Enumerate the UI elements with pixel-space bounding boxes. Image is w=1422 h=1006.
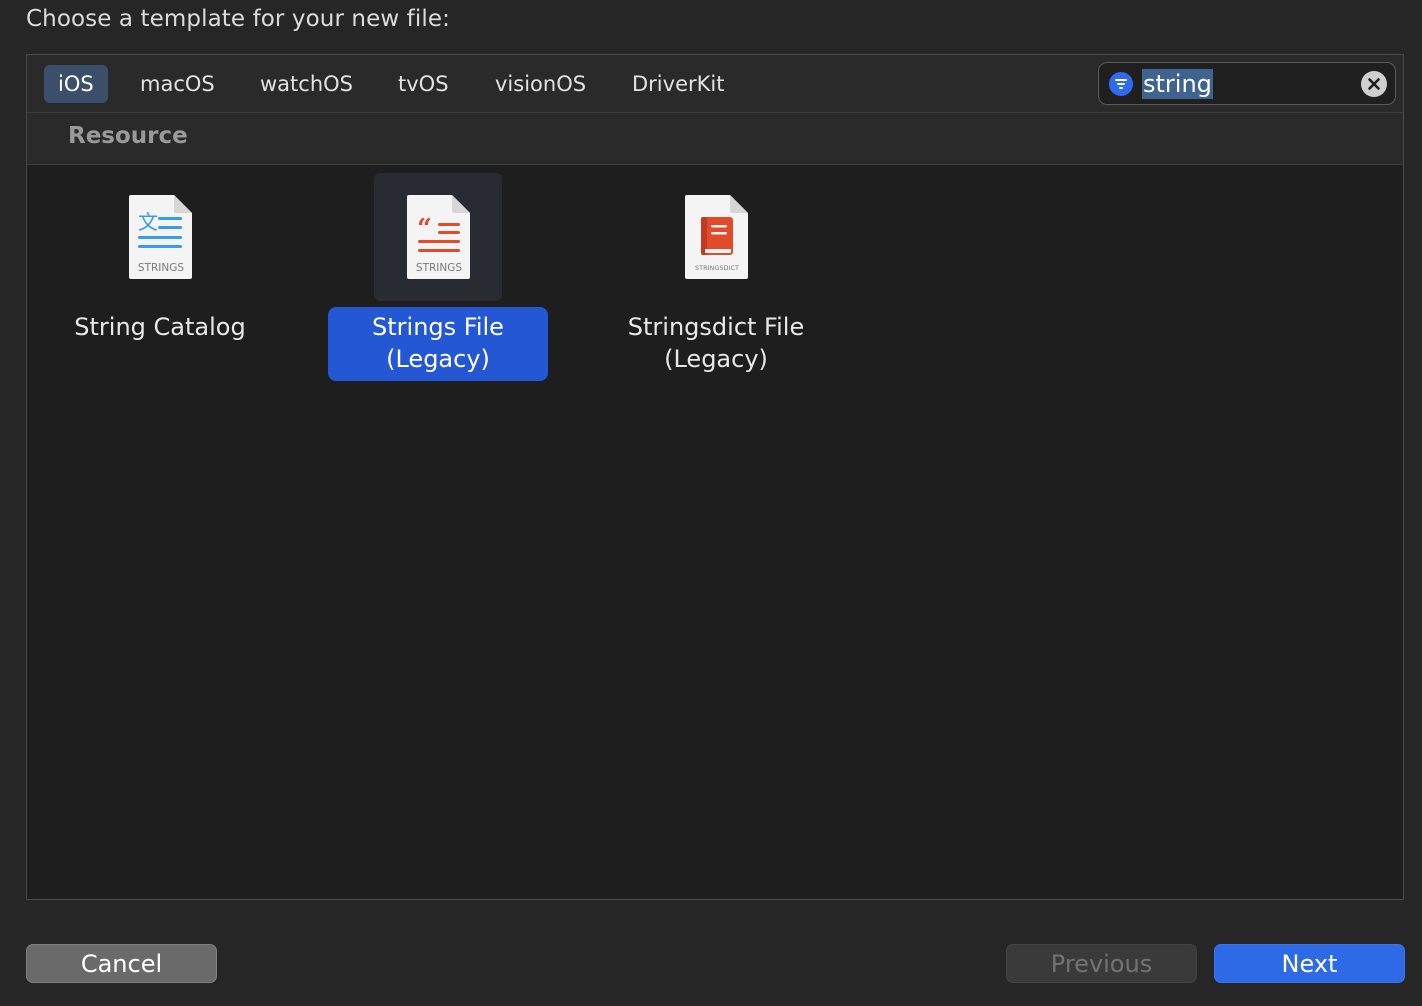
template-icon-frame: 文 STRINGS <box>96 173 224 301</box>
section-header-resource: Resource <box>27 113 1403 165</box>
search-input[interactable]: string <box>1142 69 1213 99</box>
template-icon-frame: “ STRINGS <box>374 173 502 301</box>
tab-tvos[interactable]: tvOS <box>384 65 463 103</box>
tab-macos[interactable]: macOS <box>126 65 229 103</box>
next-button[interactable]: Next <box>1214 944 1405 983</box>
section-title: Resource <box>68 123 188 149</box>
template-label: Strings File (Legacy) <box>328 307 548 381</box>
stringsdict-file-icon: STRINGSDICT <box>685 195 748 279</box>
clear-icon[interactable] <box>1361 71 1387 97</box>
template-chooser-panel: iOS macOS watchOS tvOS visionOS DriverKi… <box>26 54 1404 900</box>
file-type-badge: STRINGS <box>138 262 184 274</box>
filter-icon[interactable] <box>1109 72 1133 96</box>
tab-watchos[interactable]: watchOS <box>246 65 367 103</box>
file-type-badge: STRINGSDICT <box>695 264 739 272</box>
svg-text:文: 文 <box>138 210 158 234</box>
strings-file-icon: “ STRINGS <box>407 195 470 279</box>
template-icon-frame: STRINGSDICT <box>652 173 780 301</box>
template-stringsdict-file-legacy[interactable]: STRINGSDICT Stringsdict File (Legacy) <box>591 173 841 381</box>
tab-driverkit[interactable]: DriverKit <box>618 65 738 103</box>
previous-button[interactable]: Previous <box>1006 944 1197 983</box>
template-label: String Catalog <box>74 313 246 341</box>
template-label: Stringsdict File (Legacy) <box>627 313 805 373</box>
template-search-field[interactable]: string <box>1098 62 1396 105</box>
dialog-title: Choose a template for your new file: <box>26 6 450 32</box>
template-strings-file-legacy[interactable]: “ STRINGS Strings File (Legacy) <box>313 173 563 381</box>
template-string-catalog[interactable]: 文 STRINGS String Catalog <box>35 173 285 349</box>
svg-text:“: “ <box>417 214 432 244</box>
string-catalog-icon: 文 STRINGS <box>129 195 192 279</box>
cancel-button[interactable]: Cancel <box>26 944 217 983</box>
platform-tab-bar: iOS macOS watchOS tvOS visionOS DriverKi… <box>27 55 1403 113</box>
tab-visionos[interactable]: visionOS <box>481 65 600 103</box>
tab-ios[interactable]: iOS <box>44 65 108 103</box>
file-type-badge: STRINGS <box>416 262 462 274</box>
